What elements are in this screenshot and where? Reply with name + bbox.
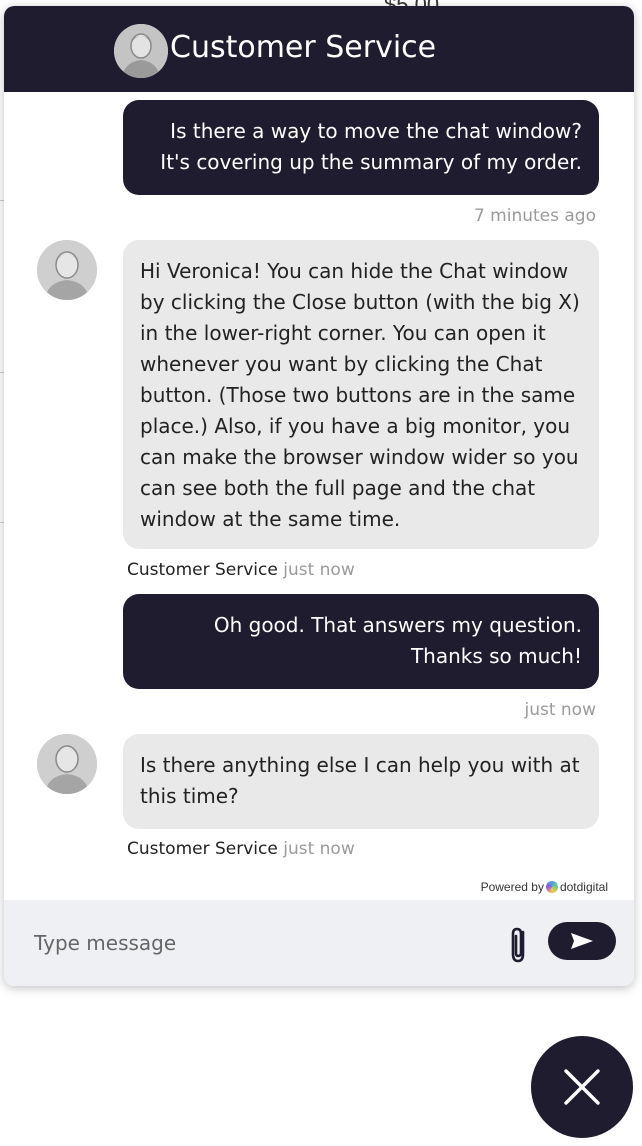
sender-name: Customer Service [127, 560, 278, 580]
agent-message-bubble: Is there anything else I can help you wi… [123, 734, 599, 829]
chat-header: Customer Service [4, 6, 634, 92]
message-timestamp: 7 minutes ago [473, 206, 596, 226]
message-composer [4, 900, 634, 986]
paperclip-icon[interactable] [504, 922, 534, 966]
agent-message-bubble: Hi Veronica! You can hide the Chat windo… [123, 240, 599, 549]
powered-by-link[interactable]: Powered by dotdigital [481, 880, 608, 894]
message-meta: Customer Service just now [127, 839, 355, 859]
send-arrow-icon [571, 933, 593, 949]
dotdigital-logo-icon [545, 881, 558, 893]
person-avatar-icon [114, 24, 168, 78]
send-button[interactable] [548, 922, 616, 960]
agent-avatar-icon [37, 734, 97, 794]
message-timestamp: just now [283, 839, 355, 859]
message-timestamp: just now [283, 560, 355, 580]
chat-window: Customer Service Is there a way to move … [4, 6, 634, 986]
message-meta: Customer Service just now [127, 560, 355, 580]
user-message-bubble: Oh good. That answers my question. Thank… [123, 594, 599, 689]
sender-name: Customer Service [127, 839, 278, 859]
chat-title: Customer Service [170, 30, 437, 65]
close-icon [564, 1069, 600, 1105]
message-timestamp: just now [524, 700, 596, 720]
close-chat-button[interactable] [531, 1036, 633, 1138]
powered-by-label: Powered by [480, 880, 544, 894]
agent-avatar-icon [37, 240, 97, 300]
brand-name: dotdigital [559, 880, 608, 894]
user-message-bubble: Is there a way to move the chat window? … [123, 100, 599, 195]
message-input[interactable] [32, 922, 476, 964]
